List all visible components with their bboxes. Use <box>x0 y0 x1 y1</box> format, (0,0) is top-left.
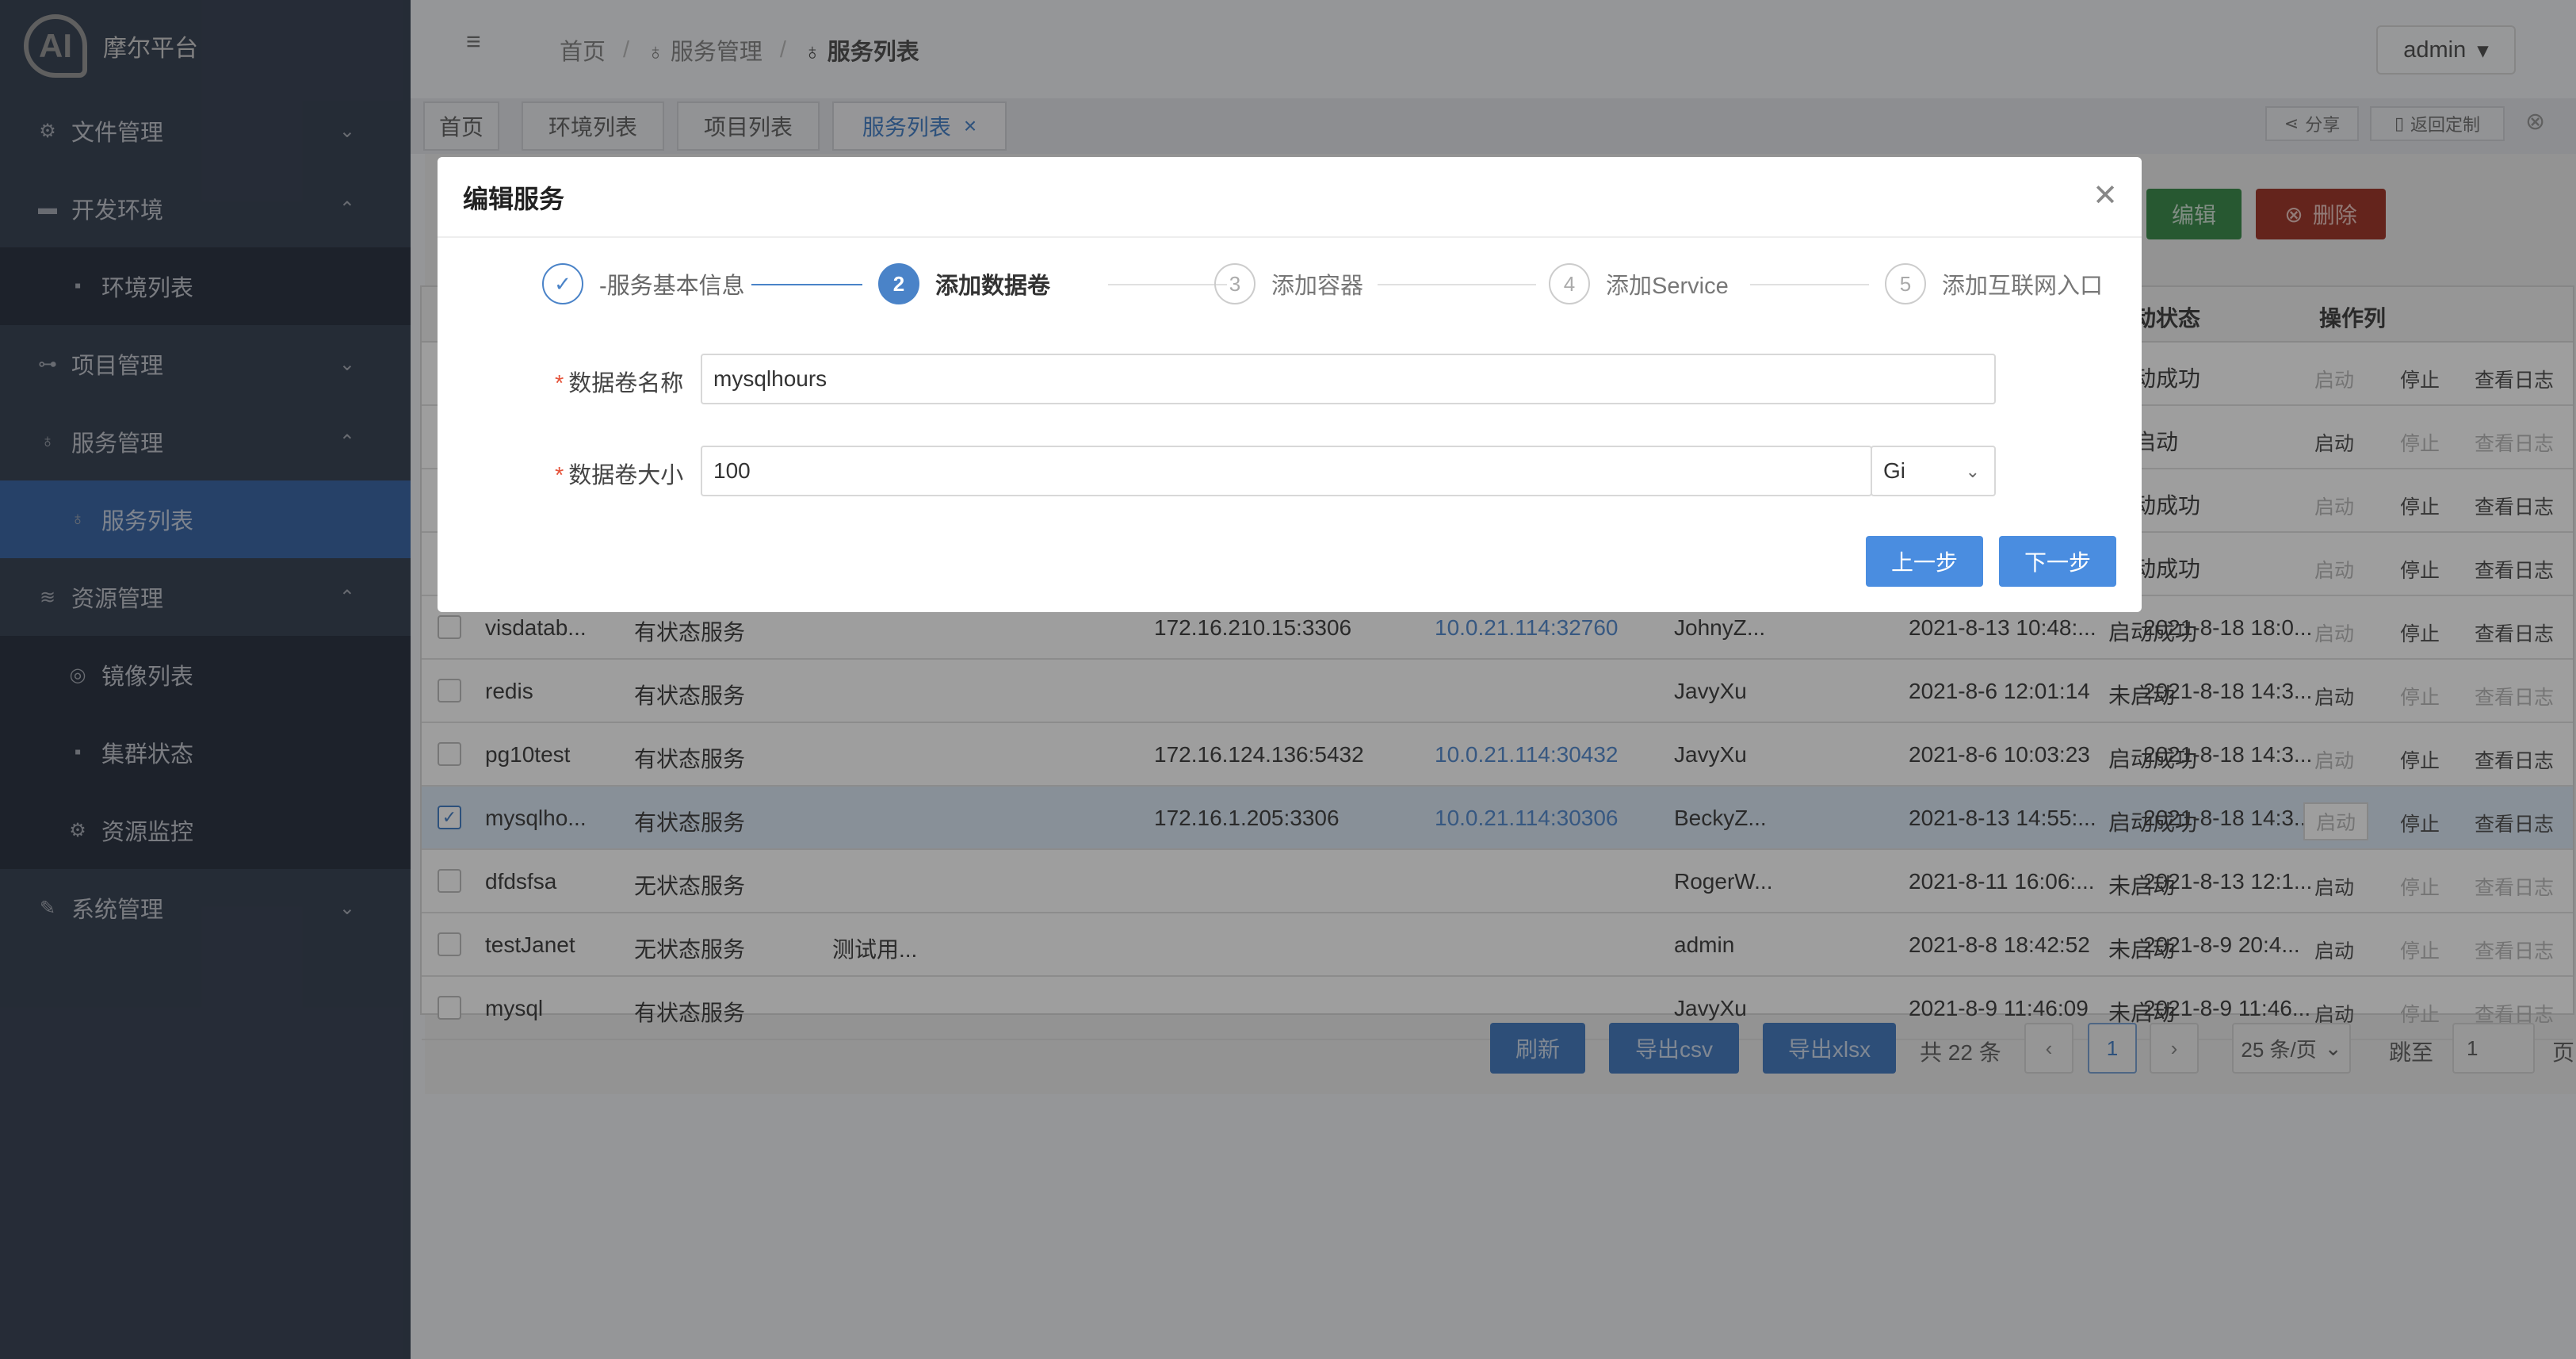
step-4[interactable]: 4 添加Service <box>1549 263 1729 304</box>
volume-name-label: * 数据卷名称 <box>555 365 683 398</box>
step-3[interactable]: 3 添加容器 <box>1214 263 1363 304</box>
prev-step-button[interactable]: 上一步 <box>1866 536 1983 587</box>
step-connector <box>1378 284 1536 285</box>
step-connector <box>751 284 862 285</box>
volume-size-input[interactable]: 100 <box>701 446 1872 496</box>
step-number: 3 <box>1214 263 1256 304</box>
required-mark: * <box>555 463 564 488</box>
step-label: 添加容器 <box>1271 274 1364 299</box>
step-label: 添加Service <box>1606 274 1729 299</box>
label-text: 数据卷大小 <box>568 463 684 488</box>
close-icon[interactable]: ✕ <box>2093 178 2118 213</box>
next-step-button[interactable]: 下一步 <box>1999 536 2116 587</box>
edit-service-modal: 编辑服务 ✕ ✓ -服务基本信息 2 添加数据卷 3 添加容器 4 添加Serv… <box>438 157 2142 612</box>
step-5[interactable]: 5 添加互联网入口 <box>1885 263 2103 304</box>
unit-value: Gi <box>1883 458 1905 483</box>
check-icon: ✓ <box>542 263 583 304</box>
required-mark: * <box>555 371 564 396</box>
volume-name-input[interactable]: mysqlhours <box>701 354 1996 404</box>
step-label: 添加互联网入口 <box>1942 274 2104 299</box>
volume-size-label: * 数据卷大小 <box>555 457 683 490</box>
modal-title: 编辑服务 <box>463 185 565 213</box>
modal-divider <box>438 236 2142 238</box>
label-text: 数据卷名称 <box>568 371 684 396</box>
step-connector <box>1108 284 1227 285</box>
step-label: -服务基本信息 <box>599 274 745 299</box>
volume-unit-select[interactable]: Gi ⌄ <box>1871 446 1996 496</box>
step-number: 5 <box>1885 263 1926 304</box>
step-connector <box>1750 284 1869 285</box>
chevron-down-icon: ⌄ <box>1965 461 1980 481</box>
step-2[interactable]: 2 添加数据卷 <box>878 263 1050 304</box>
step-number: 2 <box>878 263 919 304</box>
step-1[interactable]: ✓ -服务基本信息 <box>542 263 745 304</box>
step-label: 添加数据卷 <box>935 274 1051 299</box>
step-number: 4 <box>1549 263 1590 304</box>
